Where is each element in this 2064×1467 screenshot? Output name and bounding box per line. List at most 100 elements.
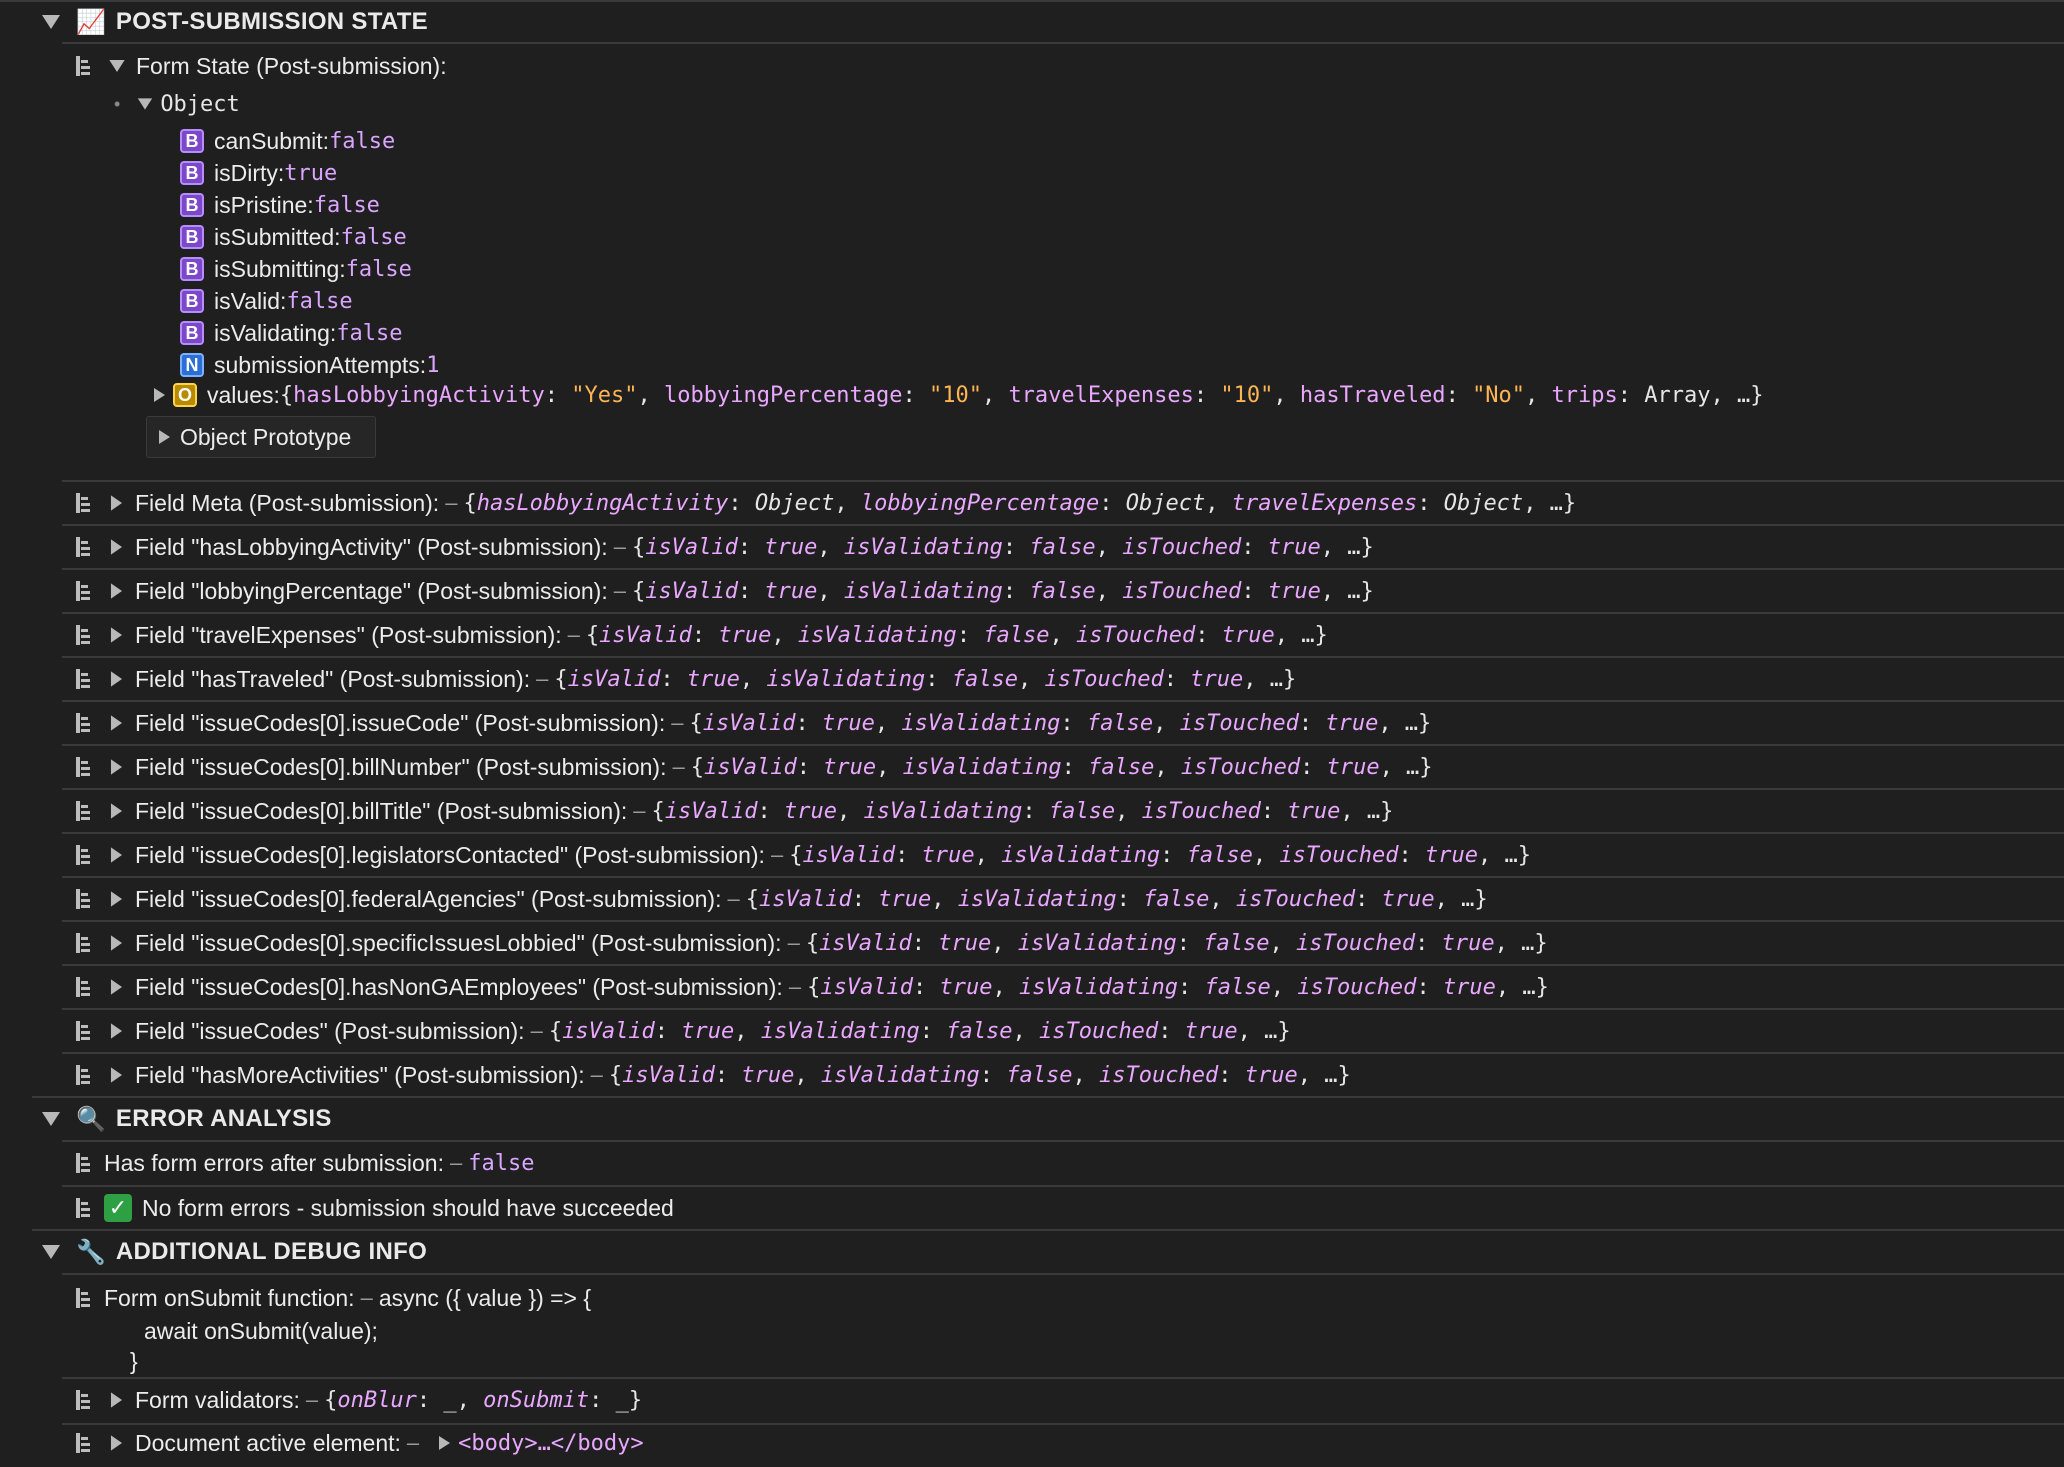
field-meta-row[interactable]: Field Meta (Post-submission): – {hasLobb… xyxy=(76,482,2064,524)
section-title: POST-SUBMISSION STATE xyxy=(115,8,428,35)
field-label: Field "hasMoreActivities" (Post-submissi… xyxy=(135,1061,585,1088)
active-element-value: <body>…</body> xyxy=(458,1430,644,1456)
field-row[interactable]: Field "issueCodes[0].legislatorsContacte… xyxy=(76,834,2064,876)
property-value: false xyxy=(336,320,403,346)
section-header-error-analysis[interactable]: 🔍 ERROR ANALYSIS xyxy=(42,1099,2064,1139)
values-key: values: xyxy=(207,381,280,408)
console-group-icon xyxy=(76,669,90,689)
disclosure-triangle-icon[interactable] xyxy=(42,1245,60,1259)
property-key: isValid: xyxy=(214,287,287,314)
disclosure-triangle-icon[interactable] xyxy=(110,935,123,951)
dash: – xyxy=(672,754,685,779)
section-header-post-submission[interactable]: 📈 POST-SUBMISSION STATE xyxy=(42,2,2064,42)
object-property-row: BisSubmitted: false xyxy=(180,222,2064,252)
disclosure-triangle-icon[interactable] xyxy=(110,495,123,511)
disclosure-triangle-icon[interactable] xyxy=(110,979,123,995)
field-label: Field "hasLobbyingActivity" (Post-submis… xyxy=(135,533,608,560)
boolean-type-icon: B xyxy=(180,225,204,249)
dash: – xyxy=(567,622,580,647)
field-row[interactable]: Field "hasTraveled" (Post-submission): –{… xyxy=(76,658,2064,700)
field-row[interactable]: Field "issueCodes[0].federalAgencies" (P… xyxy=(76,878,2064,920)
boolean-type-icon: B xyxy=(180,161,204,185)
dash: – xyxy=(305,1387,319,1412)
property-value: false xyxy=(329,128,396,154)
object-prototype-row[interactable]: Object Prototype xyxy=(146,416,376,458)
field-preview: {isValid: true, isValidating: false, isT… xyxy=(585,622,1328,648)
section-header-debug[interactable]: 🔧 ADDITIONAL DEBUG INFO xyxy=(42,1232,2064,1272)
console-group-icon xyxy=(76,1390,90,1410)
field-row[interactable]: Field "issueCodes" (Post-submission): – {i… xyxy=(76,1010,2064,1052)
no-errors-text: No form errors - submission should have … xyxy=(142,1194,674,1221)
console-group-icon xyxy=(76,757,90,777)
field-preview: {isValid: true, isValidating: false, isT… xyxy=(690,754,1433,780)
number-type-icon: N xyxy=(180,353,204,377)
property-key: isDirty: xyxy=(214,159,285,186)
console-group-icon xyxy=(76,493,90,513)
field-row[interactable]: Field "hasMoreActivities" (Post-submissi… xyxy=(76,1054,2064,1096)
field-meta-label: Field Meta (Post-submission): xyxy=(135,489,440,516)
boolean-type-icon: B xyxy=(180,193,204,217)
onsubmit-label: Form onSubmit function: xyxy=(104,1284,355,1311)
disclosure-triangle-icon[interactable] xyxy=(110,891,123,907)
dash: – xyxy=(530,1018,543,1043)
disclosure-triangle-icon[interactable] xyxy=(109,60,125,72)
object-property-row: BisSubmitting: false xyxy=(180,254,2064,284)
disclosure-triangle-icon[interactable] xyxy=(42,15,60,29)
field-row[interactable]: Field "issueCodes[0].billTitle" (Post-su… xyxy=(76,790,2064,832)
has-errors-row: Has form errors after submission: – fals… xyxy=(76,1143,2064,1183)
object-property-row: BisDirty: true xyxy=(180,158,2064,188)
disclosure-triangle-icon[interactable] xyxy=(110,1435,123,1451)
disclosure-triangle-icon[interactable] xyxy=(110,539,123,555)
disclosure-triangle-icon[interactable] xyxy=(110,671,123,687)
object-type-icon: O xyxy=(173,383,197,407)
object-row[interactable]: • Object xyxy=(114,86,2064,122)
dash: – xyxy=(360,1285,373,1310)
disclosure-triangle-icon[interactable] xyxy=(110,627,123,643)
property-value: true xyxy=(284,160,338,186)
disclosure-triangle-icon[interactable] xyxy=(159,430,170,444)
field-row[interactable]: Field "hasLobbyingActivity" (Post-submis… xyxy=(76,526,2064,568)
disclosure-triangle-icon[interactable] xyxy=(110,583,123,599)
console-group-icon xyxy=(76,537,90,557)
dash: – xyxy=(787,930,800,955)
field-label: Field "issueCodes[0].billTitle" (Post-su… xyxy=(135,797,628,824)
validators-row[interactable]: Form validators: – {onBlur: _, onSubmit:… xyxy=(76,1380,2064,1420)
console-group-icon xyxy=(76,933,90,953)
disclosure-triangle-icon[interactable] xyxy=(42,1112,60,1126)
disclosure-triangle-icon[interactable] xyxy=(138,98,153,110)
object-label: Object xyxy=(160,91,240,117)
onsubmit-line1: async ({ value }) => { xyxy=(378,1284,592,1311)
disclosure-triangle-icon[interactable] xyxy=(110,847,123,863)
has-errors-label: Has form errors after submission: xyxy=(104,1149,444,1176)
disclosure-triangle-icon[interactable] xyxy=(154,388,165,402)
field-row[interactable]: Field "issueCodes[0].hasNonGAEmployees" … xyxy=(76,966,2064,1008)
onsubmit-row: Form onSubmit function: – async ({ value… xyxy=(76,1280,591,1376)
disclosure-triangle-icon[interactable] xyxy=(110,759,123,775)
field-row[interactable]: Field "issueCodes[0].issueCode" (Post-su… xyxy=(76,702,2064,744)
field-label: Field "hasTraveled" (Post-submission): xyxy=(135,665,531,692)
property-key: isSubmitting: xyxy=(214,255,346,282)
field-row[interactable]: Field "lobbyingPercentage" (Post-submiss… xyxy=(76,570,2064,612)
console-group-icon xyxy=(76,56,90,76)
field-row[interactable]: Field "issueCodes[0].specificIssuesLobbi… xyxy=(76,922,2064,964)
disclosure-triangle-icon[interactable] xyxy=(110,1067,123,1083)
form-state-row[interactable]: Form State (Post-submission): xyxy=(76,46,2064,86)
values-row[interactable]: O values: {hasLobbyingActivity: "Yes", l… xyxy=(154,376,2064,414)
magnifier-icon: 🔍 xyxy=(76,1105,106,1133)
dash: – xyxy=(449,1150,463,1175)
active-element-row[interactable]: Document active element: – <body>…</body… xyxy=(76,1423,2064,1463)
property-value: false xyxy=(313,192,380,218)
console-group-icon xyxy=(76,1198,90,1218)
field-preview: {isValid: true, isValidating: false, isT… xyxy=(745,886,1488,912)
disclosure-triangle-icon[interactable] xyxy=(439,1436,451,1450)
dash: – xyxy=(536,666,549,691)
disclosure-triangle-icon[interactable] xyxy=(110,1392,123,1408)
field-row[interactable]: Field "issueCodes[0].billNumber" (Post-s… xyxy=(76,746,2064,788)
disclosure-triangle-icon[interactable] xyxy=(110,1023,123,1039)
bullet-icon: • xyxy=(114,93,121,114)
field-row[interactable]: Field "travelExpenses" (Post-submission)… xyxy=(76,614,2064,656)
field-preview: {isValid: true, isValidating: false, isT… xyxy=(651,798,1394,824)
field-preview: {isValid: true, isValidating: false, isT… xyxy=(689,710,1432,736)
disclosure-triangle-icon[interactable] xyxy=(110,715,123,731)
disclosure-triangle-icon[interactable] xyxy=(110,803,123,819)
